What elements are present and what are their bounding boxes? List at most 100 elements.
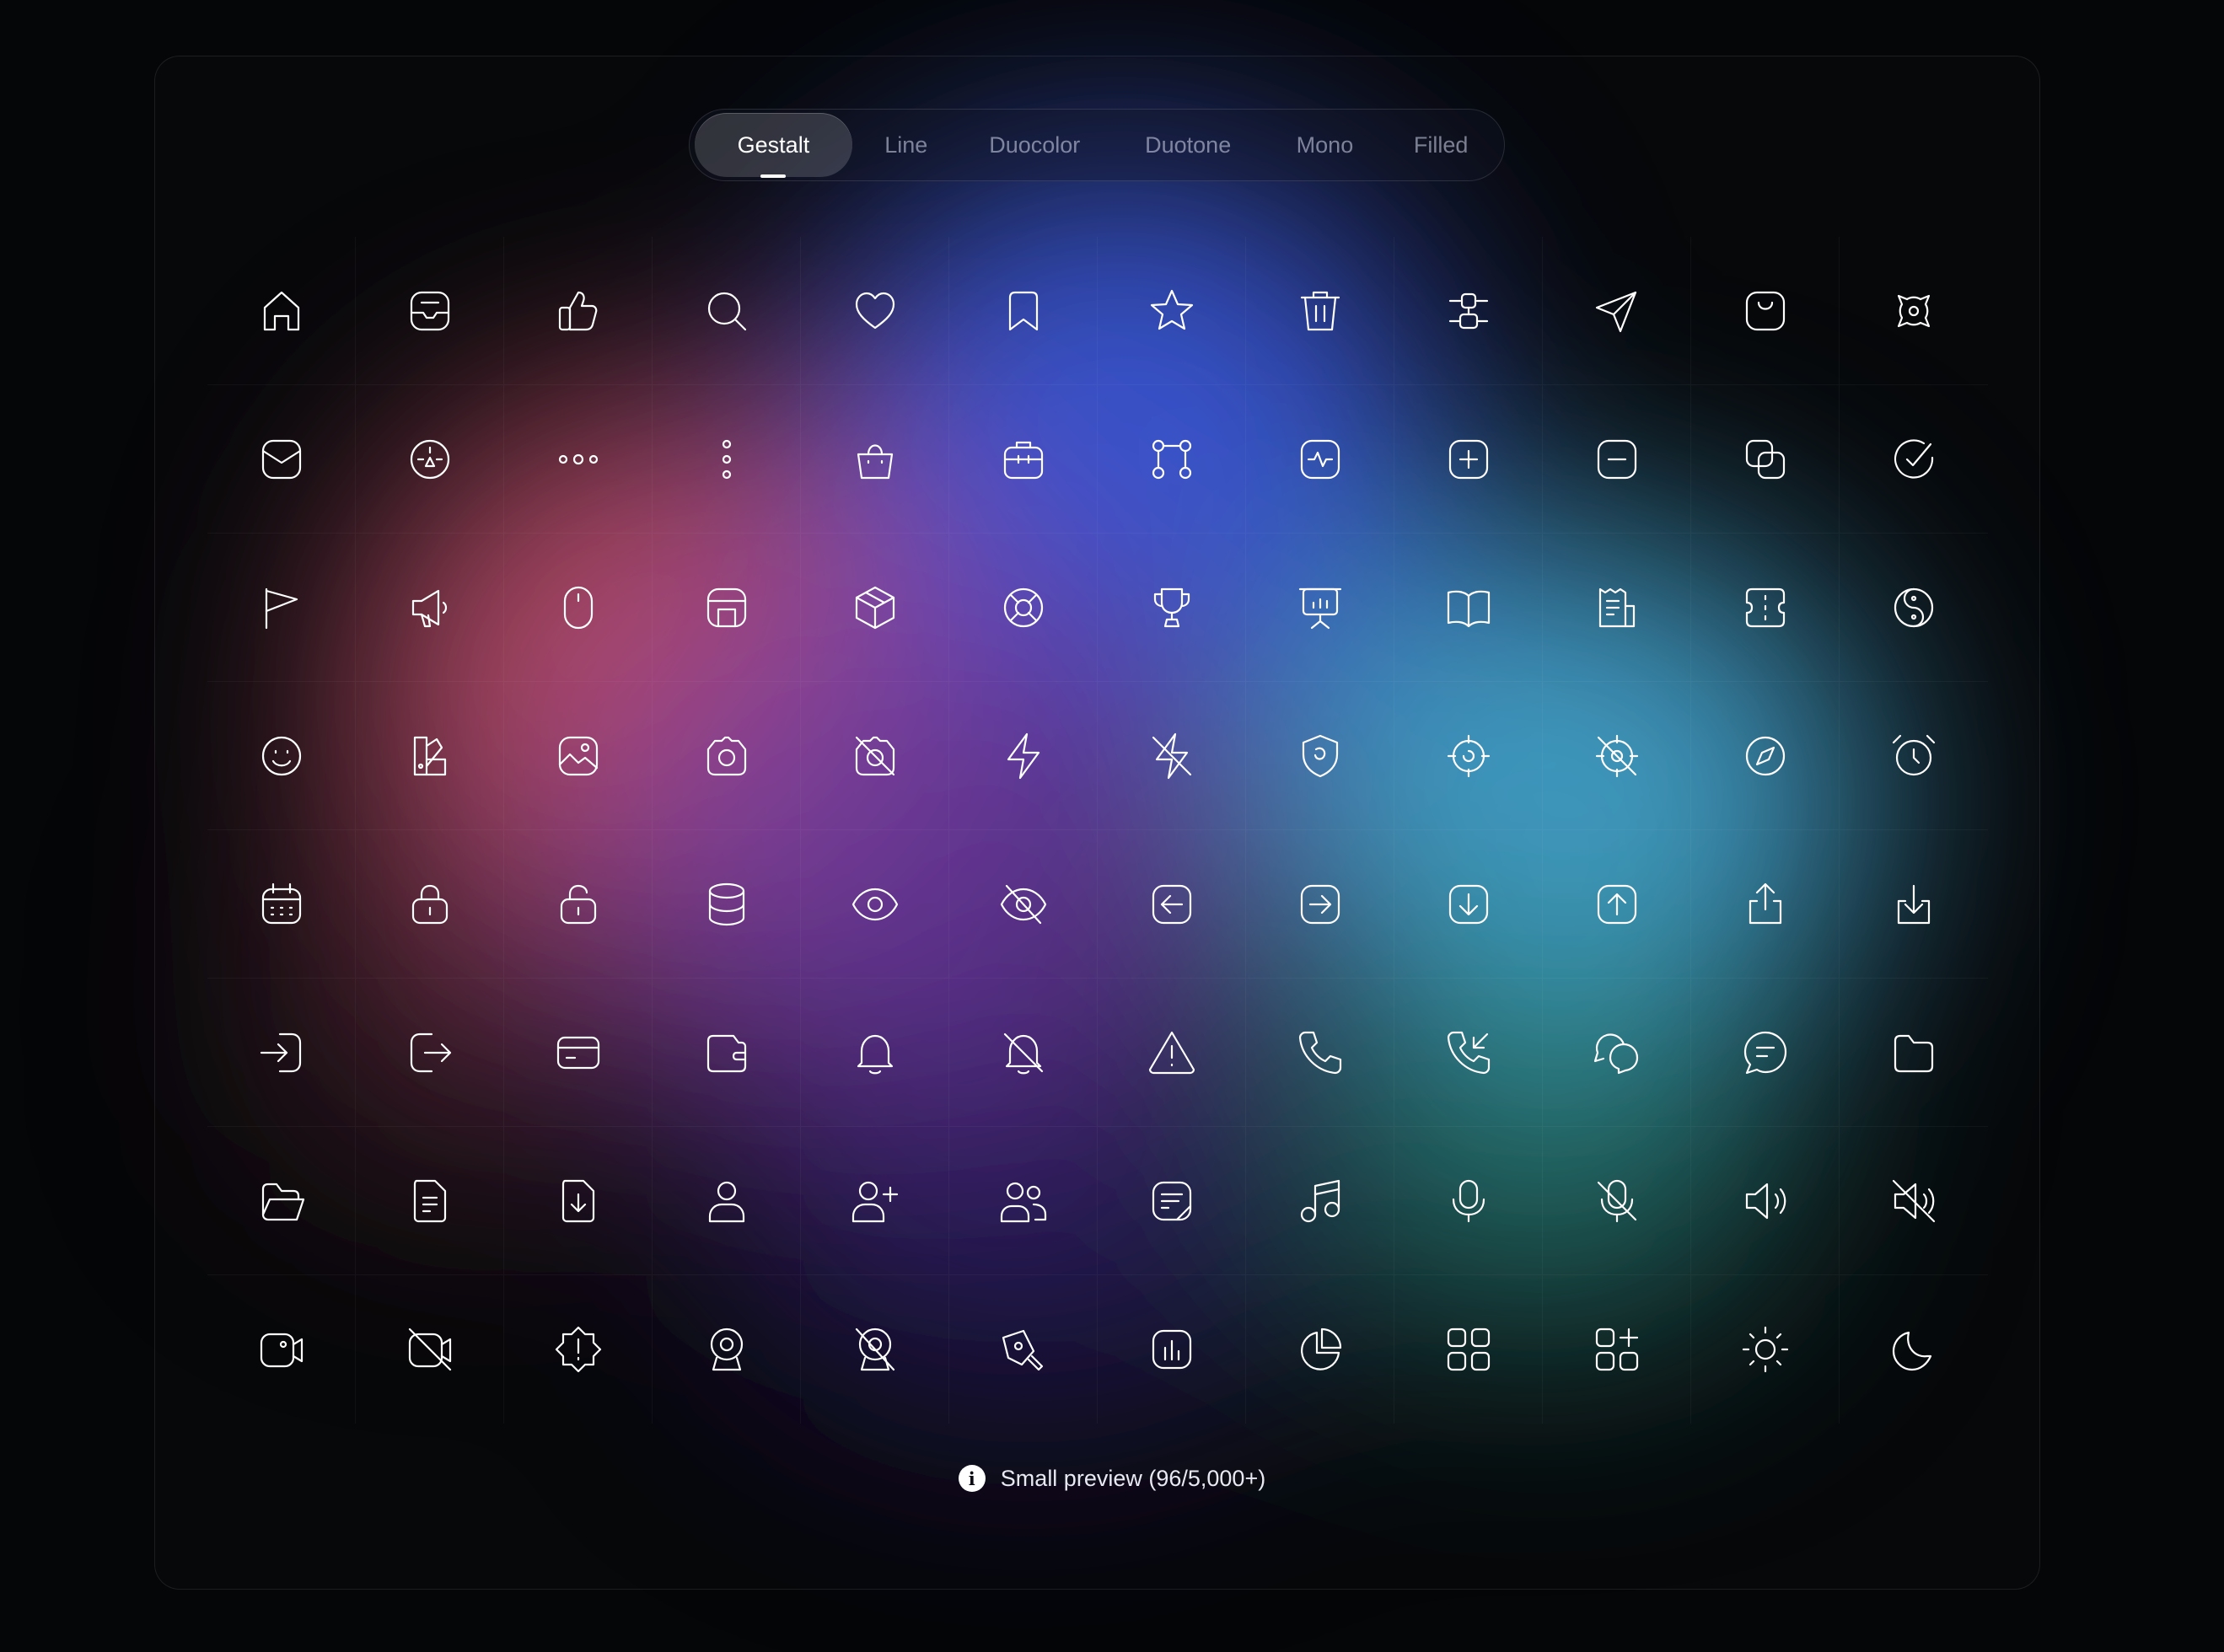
icon-cell[interactable] [1098, 1127, 1246, 1275]
icon-cell[interactable] [653, 979, 801, 1127]
icon-cell[interactable] [1098, 830, 1246, 979]
icon-cell[interactable] [653, 682, 801, 830]
icon-cell[interactable] [653, 237, 801, 385]
icon-cell[interactable] [356, 385, 504, 534]
tab-duotone[interactable]: Duotone [1109, 113, 1267, 177]
icon-cell[interactable] [1246, 682, 1394, 830]
icon-cell[interactable] [1543, 534, 1691, 682]
icon-cell[interactable] [1840, 385, 1988, 534]
tab-line[interactable]: Line [852, 113, 960, 177]
icon-cell[interactable] [801, 830, 949, 979]
icon-cell[interactable] [356, 237, 504, 385]
icon-cell[interactable] [504, 979, 653, 1127]
icon-cell[interactable] [949, 385, 1098, 534]
icon-cell[interactable] [1394, 1127, 1543, 1275]
tab-gestalt[interactable]: Gestalt [695, 113, 852, 178]
icon-cell[interactable] [949, 979, 1098, 1127]
icon-cell[interactable] [1246, 1275, 1394, 1424]
icon-cell[interactable] [1246, 1127, 1394, 1275]
icon-cell[interactable] [1840, 534, 1988, 682]
icon-cell[interactable] [949, 1127, 1098, 1275]
icon-cell[interactable] [356, 830, 504, 979]
icon-cell[interactable] [653, 1127, 801, 1275]
icon-cell[interactable] [1543, 385, 1691, 534]
icon-cell[interactable] [207, 237, 356, 385]
icon-cell[interactable] [949, 830, 1098, 979]
icon-cell[interactable] [801, 1275, 949, 1424]
icon-cell[interactable] [504, 682, 653, 830]
icon-cell[interactable] [801, 979, 949, 1127]
icon-cell[interactable] [207, 682, 356, 830]
icon-cell[interactable] [801, 682, 949, 830]
icon-cell[interactable] [1691, 830, 1840, 979]
icon-cell[interactable] [356, 1127, 504, 1275]
icon-cell[interactable] [1840, 830, 1988, 979]
icon-cell[interactable] [1543, 237, 1691, 385]
icon-cell[interactable] [949, 534, 1098, 682]
icon-cell[interactable] [801, 534, 949, 682]
tab-filled[interactable]: Filled [1383, 113, 1499, 177]
icon-cell[interactable] [801, 385, 949, 534]
tab-duocolor[interactable]: Duocolor [960, 113, 1109, 177]
icon-cell[interactable] [1691, 979, 1840, 1127]
icon-cell[interactable] [1394, 534, 1543, 682]
icon-cell[interactable] [504, 237, 653, 385]
icon-cell[interactable] [1691, 534, 1840, 682]
icon-cell[interactable] [207, 830, 356, 979]
icon-cell[interactable] [653, 830, 801, 979]
icon-cell[interactable] [1543, 682, 1691, 830]
icon-cell[interactable] [1098, 237, 1246, 385]
icon-cell[interactable] [1246, 534, 1394, 682]
icon-cell[interactable] [801, 237, 949, 385]
tab-mono[interactable]: Mono [1267, 113, 1383, 177]
icon-cell[interactable] [1543, 979, 1691, 1127]
icon-cell[interactable] [1543, 1127, 1691, 1275]
icon-cell[interactable] [1840, 1127, 1988, 1275]
icon-cell[interactable] [1098, 534, 1246, 682]
icon-cell[interactable] [504, 534, 653, 682]
icon-cell[interactable] [1543, 1275, 1691, 1424]
icon-cell[interactable] [207, 979, 356, 1127]
icon-cell[interactable] [504, 830, 653, 979]
icon-cell[interactable] [1394, 979, 1543, 1127]
icon-cell[interactable] [356, 534, 504, 682]
icon-cell[interactable] [653, 385, 801, 534]
icon-cell[interactable] [949, 1275, 1098, 1424]
icon-cell[interactable] [1691, 1275, 1840, 1424]
icon-cell[interactable] [1246, 830, 1394, 979]
icon-cell[interactable] [1394, 385, 1543, 534]
icon-cell[interactable] [801, 1127, 949, 1275]
icon-cell[interactable] [356, 682, 504, 830]
icon-cell[interactable] [1098, 385, 1246, 534]
icon-cell[interactable] [1098, 682, 1246, 830]
icon-cell[interactable] [1840, 682, 1988, 830]
icon-cell[interactable] [1394, 1275, 1543, 1424]
icon-cell[interactable] [207, 534, 356, 682]
icon-cell[interactable] [207, 1127, 356, 1275]
icon-cell[interactable] [207, 385, 356, 534]
icon-cell[interactable] [1246, 237, 1394, 385]
icon-cell[interactable] [1691, 237, 1840, 385]
icon-cell[interactable] [1098, 1275, 1246, 1424]
icon-cell[interactable] [356, 979, 504, 1127]
icon-cell[interactable] [949, 237, 1098, 385]
icon-cell[interactable] [504, 1127, 653, 1275]
icon-cell[interactable] [1246, 385, 1394, 534]
icon-cell[interactable] [504, 1275, 653, 1424]
icon-cell[interactable] [1394, 682, 1543, 830]
icon-cell[interactable] [1840, 979, 1988, 1127]
icon-cell[interactable] [1840, 237, 1988, 385]
icon-cell[interactable] [1691, 385, 1840, 534]
icon-cell[interactable] [356, 1275, 504, 1424]
icon-cell[interactable] [653, 1275, 801, 1424]
icon-cell[interactable] [1394, 237, 1543, 385]
icon-cell[interactable] [653, 534, 801, 682]
icon-cell[interactable] [1394, 830, 1543, 979]
icon-cell[interactable] [1691, 1127, 1840, 1275]
icon-cell[interactable] [1840, 1275, 1988, 1424]
icon-cell[interactable] [949, 682, 1098, 830]
icon-cell[interactable] [207, 1275, 356, 1424]
icon-cell[interactable] [1543, 830, 1691, 979]
icon-cell[interactable] [1098, 979, 1246, 1127]
icon-cell[interactable] [1246, 979, 1394, 1127]
